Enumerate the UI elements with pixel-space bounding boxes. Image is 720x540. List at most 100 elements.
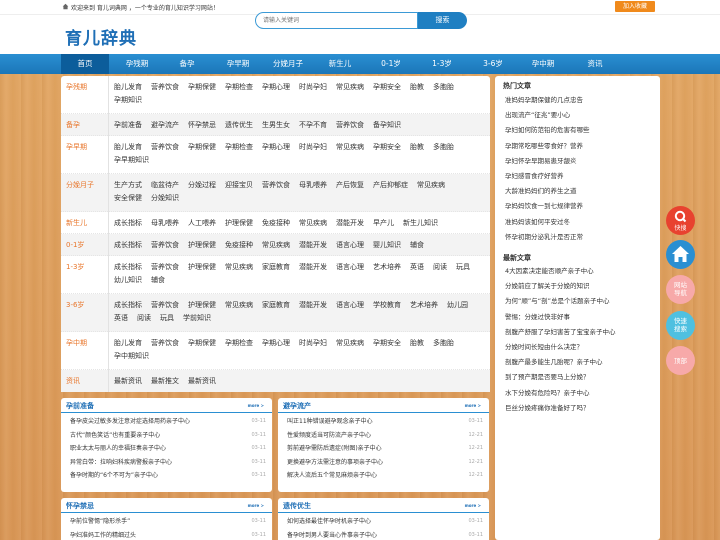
article-title[interactable]: 异常白带：拉响妇科疾病警报亲子中心 bbox=[70, 459, 172, 466]
latest-article-link[interactable]: 到了预产期是否要马上分娩？ bbox=[505, 370, 655, 385]
nav-0-1[interactable]: 0-1岁 bbox=[367, 54, 415, 74]
category-name[interactable]: 孕早期 bbox=[66, 142, 87, 152]
category-link[interactable]: 婴儿知识 bbox=[373, 239, 401, 252]
category-link[interactable]: 玩具 bbox=[160, 312, 174, 325]
category-link[interactable]: 不孕不育 bbox=[299, 119, 327, 132]
box-title[interactable]: 怀孕禁忌 bbox=[66, 501, 94, 511]
category-link[interactable]: 多胞胎 bbox=[433, 141, 454, 154]
hot-article-link[interactable]: 孕妇如何防范铅的危害有哪些 bbox=[505, 123, 655, 138]
category-link[interactable]: 幼儿园 bbox=[447, 299, 468, 312]
category-link[interactable]: 孕期保健 bbox=[188, 141, 216, 154]
hot-article-link[interactable]: 孕妇怀孕早期易患牙龈炎 bbox=[505, 154, 655, 169]
hot-article-link[interactable]: 出现流产“征兆”要小心 bbox=[505, 108, 655, 123]
nav-mid[interactable]: 孕中期 bbox=[519, 54, 567, 74]
category-link[interactable]: 怀孕禁忌 bbox=[188, 119, 216, 132]
nav-pregnancy[interactable]: 孕残期 bbox=[113, 54, 161, 74]
latest-article-link[interactable]: 为何“顺”与“剖”总是个话题亲子中心 bbox=[505, 294, 655, 309]
category-link[interactable]: 阅读 bbox=[137, 312, 151, 325]
category-link[interactable]: 胎教 bbox=[410, 81, 424, 94]
category-link[interactable]: 营养饮食 bbox=[151, 81, 179, 94]
category-link[interactable]: 迎接宝贝 bbox=[225, 179, 253, 192]
category-link[interactable]: 成长指标 bbox=[114, 217, 142, 230]
category-link[interactable]: 常见疾病 bbox=[299, 217, 327, 230]
category-link[interactable]: 免疫接种 bbox=[262, 217, 290, 230]
more-link[interactable]: more > bbox=[465, 403, 481, 408]
article-row[interactable]: 异常白带：拉响妇科疾病警报亲子中心 03-11 bbox=[70, 456, 266, 470]
category-link[interactable]: 早产儿 bbox=[373, 217, 394, 230]
article-title[interactable]: 孕前位警惕“隐形杀手” bbox=[70, 518, 130, 525]
category-link[interactable]: 常见疾病 bbox=[225, 261, 253, 274]
category-link[interactable]: 分娩知识 bbox=[151, 192, 179, 205]
article-title[interactable]: 性爱频度适当可防流产亲子中心 bbox=[287, 432, 371, 439]
article-title[interactable]: 古代“颜色笑话”也有重要亲子中心 bbox=[70, 432, 160, 439]
category-link[interactable]: 潜能开发 bbox=[299, 261, 327, 274]
category-link[interactable]: 孕期心理 bbox=[262, 81, 290, 94]
category-link[interactable]: 避孕流产 bbox=[151, 119, 179, 132]
article-title[interactable]: 剪前避孕需防后遗症(附图)亲子中心 bbox=[287, 445, 382, 452]
hot-article-link[interactable]: 孕期常吃哪些零食好？营养 bbox=[505, 139, 655, 154]
article-row[interactable]: 古代“颜色笑话”也有重要亲子中心 03-11 bbox=[70, 429, 266, 443]
category-link[interactable]: 孕期安全 bbox=[373, 337, 401, 350]
category-link[interactable]: 英语 bbox=[410, 261, 424, 274]
category-link[interactable]: 孕早期知识 bbox=[114, 154, 149, 167]
article-row[interactable]: 如何选择最佳怀孕时机亲子中心 03-11 bbox=[287, 515, 483, 529]
category-link[interactable]: 家庭教育 bbox=[262, 261, 290, 274]
category-link[interactable]: 护理保健 bbox=[225, 217, 253, 230]
category-link[interactable]: 营养饮食 bbox=[151, 141, 179, 154]
nav-childbirth[interactable]: 分娩月子 bbox=[264, 54, 312, 74]
category-link[interactable]: 母乳喂养 bbox=[151, 217, 179, 230]
category-link[interactable]: 时尚孕妇 bbox=[299, 337, 327, 350]
nav-home[interactable]: 首页 bbox=[61, 54, 109, 74]
category-link[interactable]: 英语 bbox=[114, 312, 128, 325]
article-row[interactable]: 职业太太与丽人的幸福狂奏亲子中心 03-11 bbox=[70, 442, 266, 456]
article-title[interactable]: 职业太太与丽人的幸福狂奏亲子中心 bbox=[70, 445, 166, 452]
category-link[interactable]: 胎儿发育 bbox=[114, 81, 142, 94]
category-link[interactable]: 常见疾病 bbox=[336, 81, 364, 94]
category-link[interactable]: 学前知识 bbox=[183, 312, 211, 325]
category-link[interactable]: 常见疾病 bbox=[225, 299, 253, 312]
site-nav-button[interactable]: 网站导航 bbox=[666, 275, 695, 304]
article-row[interactable]: 性爱频度适当可防流产亲子中心 12-21 bbox=[287, 429, 483, 443]
latest-article-link[interactable]: 分娩前应了解关于分娩的知识 bbox=[505, 279, 655, 294]
category-link[interactable]: 孕期检查 bbox=[225, 141, 253, 154]
category-link[interactable]: 母乳喂养 bbox=[299, 179, 327, 192]
latest-article-link[interactable]: 水下分娩有危险吗？亲子中心 bbox=[505, 386, 655, 401]
category-link[interactable]: 幼儿知识 bbox=[114, 274, 142, 287]
box-title[interactable]: 避孕流产 bbox=[283, 401, 311, 411]
latest-article-link[interactable]: 警惕：分娩过快非好事 bbox=[505, 310, 655, 325]
category-name[interactable]: 0-1岁 bbox=[66, 240, 84, 250]
nav-newborn[interactable]: 新生儿 bbox=[316, 54, 364, 74]
article-row[interactable]: 更换避孕方法需注意的事项亲子中心 12-21 bbox=[287, 456, 483, 470]
nav-prepare[interactable]: 备孕 bbox=[163, 54, 211, 74]
article-title[interactable]: 如何选择最佳怀孕时机亲子中心 bbox=[287, 518, 371, 525]
category-link[interactable]: 安全保健 bbox=[114, 192, 142, 205]
category-link[interactable]: 常见疾病 bbox=[262, 239, 290, 252]
category-link[interactable]: 孕期保健 bbox=[188, 337, 216, 350]
category-link[interactable]: 孕期安全 bbox=[373, 141, 401, 154]
category-link[interactable]: 营养饮食 bbox=[262, 179, 290, 192]
search-input[interactable] bbox=[263, 13, 413, 28]
category-link[interactable]: 潜能开发 bbox=[299, 299, 327, 312]
category-link[interactable]: 辅食 bbox=[410, 239, 424, 252]
article-title[interactable]: 孕妇准妈工作的精细过头 bbox=[70, 532, 136, 539]
more-link[interactable]: more > bbox=[465, 503, 481, 508]
category-link[interactable]: 胎教 bbox=[410, 141, 424, 154]
category-link[interactable]: 孕期知识 bbox=[114, 94, 142, 107]
category-name[interactable]: 新生儿 bbox=[66, 218, 87, 228]
hot-article-link[interactable]: 准妈妈孕期保健的几点忠告 bbox=[505, 93, 655, 108]
article-title[interactable]: 叫正11种错误避孕观念亲子中心 bbox=[287, 418, 373, 425]
category-name[interactable]: 备孕 bbox=[66, 120, 80, 130]
latest-article-link[interactable]: 剖腹产最多能生几胎呢？亲子中心 bbox=[505, 355, 655, 370]
category-link[interactable]: 语言心理 bbox=[336, 239, 364, 252]
article-row[interactable]: 孕前位警惕“隐形杀手” 03-11 bbox=[70, 515, 266, 529]
category-name[interactable]: 分娩月子 bbox=[66, 180, 94, 190]
hot-article-link[interactable]: 孕妇感冒食疗好营养 bbox=[505, 169, 655, 184]
category-link[interactable]: 常见疾病 bbox=[336, 141, 364, 154]
category-link[interactable]: 产后抑郁症 bbox=[373, 179, 408, 192]
article-title[interactable]: 备孕皮尖过敏多发注意对症选择用药亲子中心 bbox=[70, 418, 190, 425]
article-title[interactable]: 解决人流后五个常见麻烦亲子中心 bbox=[287, 472, 377, 479]
quick-search-button[interactable]: 快搜 bbox=[666, 206, 695, 235]
category-link[interactable]: 家庭教育 bbox=[262, 299, 290, 312]
latest-article-link[interactable]: 4大因素决定能否顺产亲子中心 bbox=[505, 264, 655, 279]
hot-article-link[interactable]: 怀孕初期分泌乳汁是否正常 bbox=[505, 230, 655, 245]
